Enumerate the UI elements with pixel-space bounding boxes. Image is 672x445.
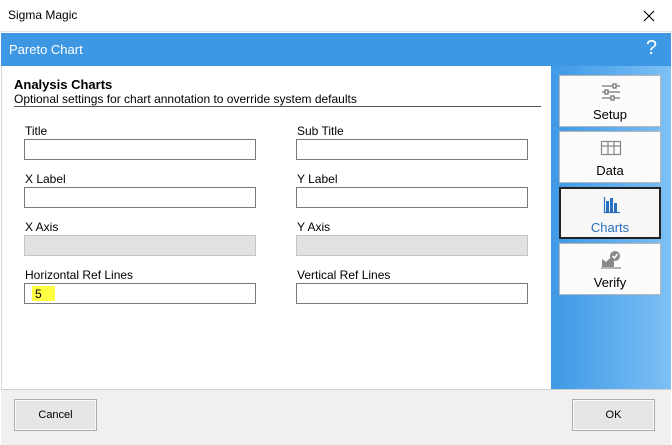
sidebar-item-charts[interactable]: Charts: [559, 187, 661, 239]
section-subtitle: Optional settings for chart annotation t…: [14, 92, 357, 106]
input-highlight: 5: [32, 286, 55, 301]
subtitle-label: Sub Title: [297, 124, 344, 138]
yaxis-label: Y Axis: [297, 220, 331, 234]
dialog-title: Pareto Chart: [9, 42, 83, 57]
sidebar-item-data[interactable]: Data: [559, 131, 661, 183]
dialog-footer: Cancel OK: [1, 389, 671, 445]
bar-chart-icon: [603, 197, 620, 214]
title-bar: Sigma Magic: [0, 0, 672, 32]
ok-button[interactable]: OK: [572, 399, 655, 431]
yaxis-input: [296, 235, 528, 256]
window-title: Sigma Magic: [8, 8, 78, 22]
sidebar-item-label: Data: [596, 163, 624, 178]
close-icon: [643, 10, 655, 22]
horizontal-ref-lines-value: 5: [35, 287, 42, 301]
horizontal-ref-lines-input[interactable]: 5: [24, 283, 256, 304]
ylabel-label: Y Label: [297, 172, 338, 186]
sidebar-item-label: Verify: [593, 275, 627, 290]
sidebar-item-verify[interactable]: Verify: [559, 243, 661, 295]
verify-icon: [601, 251, 621, 269]
xaxis-label: X Axis: [25, 220, 59, 234]
sliders-icon: [602, 83, 620, 101]
horizontal-ref-lines-label: Horizontal Ref Lines: [25, 268, 134, 282]
close-button[interactable]: [626, 0, 672, 32]
sidebar-item-label: Setup: [593, 107, 627, 122]
xaxis-input: [24, 235, 256, 256]
section-divider: [14, 106, 541, 107]
sidebar: Setup Data Charts Verify: [551, 66, 671, 389]
sidebar-item-label: Charts: [590, 220, 630, 235]
vertical-ref-lines-label: Vertical Ref Lines: [297, 268, 391, 282]
section-title: Analysis Charts: [14, 77, 113, 92]
dialog-header: Pareto Chart ?: [1, 33, 671, 66]
subtitle-input[interactable]: [296, 139, 528, 160]
sidebar-item-setup[interactable]: Setup: [559, 75, 661, 127]
cancel-button[interactable]: Cancel: [14, 399, 97, 431]
title-input[interactable]: [24, 139, 256, 160]
title-label: Title: [25, 124, 48, 138]
vertical-ref-lines-input[interactable]: [296, 283, 528, 304]
settings-panel: Analysis Charts Optional settings for ch…: [1, 66, 551, 389]
help-icon[interactable]: ?: [646, 37, 657, 60]
ylabel-input[interactable]: [296, 187, 528, 208]
xlabel-label: X Label: [25, 172, 66, 186]
xlabel-input[interactable]: [24, 187, 256, 208]
table-icon: [600, 140, 622, 156]
